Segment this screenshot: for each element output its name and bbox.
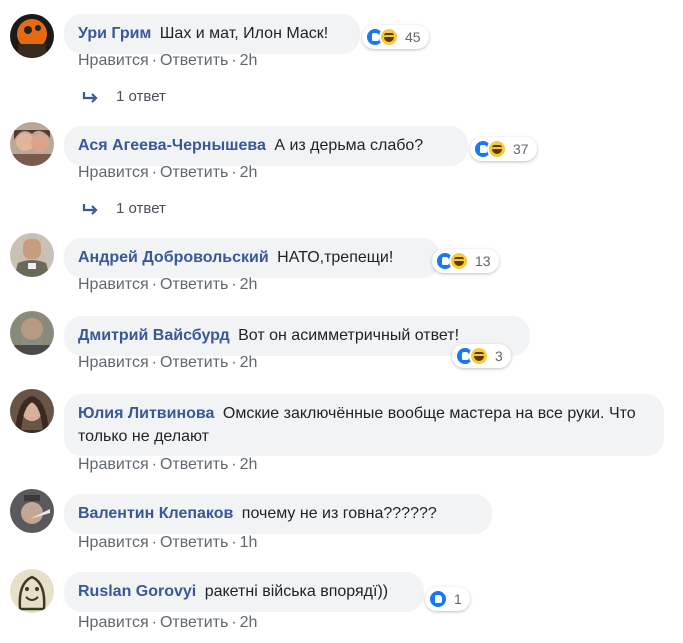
comment-bubble: Валентин Клепаков почему не из говна????…	[64, 494, 492, 534]
comment-bubble: Ася Агеева-Чернышева А из дерьма слабо?	[64, 126, 468, 166]
reaction-count: 1	[454, 591, 462, 607]
reply-link[interactable]: Ответить	[160, 354, 228, 371]
avatar[interactable]	[10, 311, 54, 355]
comment-actions: Нравится · Ответить · 2h	[78, 52, 257, 70]
reactions-summary[interactable]: 37	[470, 137, 537, 161]
comment-time[interactable]: 2h	[240, 456, 258, 473]
comment-bubble: Ури Грим Шах и мат, Илон Маск!	[64, 14, 360, 54]
comment-author[interactable]: Андрей Добровольский	[78, 249, 269, 266]
like-link[interactable]: Нравится	[78, 614, 149, 631]
reaction-count: 3	[495, 348, 503, 364]
like-link[interactable]: Нравится	[78, 354, 149, 371]
reply-link[interactable]: Ответить	[160, 276, 228, 293]
separator: ·	[151, 52, 157, 69]
comment-author[interactable]: Дмитрий Вайсбурд	[78, 327, 230, 344]
replies-count[interactable]: 1 ответ	[116, 88, 166, 105]
comment-text: ракетні війська впорядї))	[204, 583, 389, 600]
separator: ·	[151, 614, 157, 631]
comment-time[interactable]: 2h	[240, 614, 258, 631]
comment-text: НАТО,трепещи!	[277, 249, 394, 266]
reactions-summary[interactable]: 3	[452, 344, 511, 368]
view-replies[interactable]: 1 ответ	[82, 200, 166, 217]
comment-time[interactable]: 2h	[240, 52, 258, 69]
separator: ·	[231, 614, 237, 631]
comment-text: Шах и мат, Илон Маск!	[159, 25, 329, 42]
reactions-summary[interactable]: 45	[362, 25, 429, 49]
reaction-count: 45	[405, 29, 421, 45]
comment-time[interactable]: 1h	[240, 534, 258, 551]
haha-reaction-icon	[469, 346, 489, 366]
reaction-count: 37	[513, 141, 529, 157]
comment-bubble: Ruslan Gorovyi ракетні війська впорядї))	[64, 572, 424, 612]
separator: ·	[151, 276, 157, 293]
comment-time[interactable]: 2h	[240, 276, 258, 293]
comment-author[interactable]: Ася Агеева-Чернышева	[78, 137, 266, 154]
reply-arrow-icon	[82, 203, 98, 215]
separator: ·	[231, 354, 237, 371]
comment-bubble: Юлия Литвинова Омские заключённые вообще…	[64, 394, 664, 456]
view-replies[interactable]: 1 ответ	[82, 88, 166, 105]
separator: ·	[231, 534, 237, 551]
comment-time[interactable]: 2h	[240, 354, 258, 371]
comment-author[interactable]: Ури Грим	[78, 25, 151, 42]
separator: ·	[151, 456, 157, 473]
comment-author[interactable]: Валентин Клепаков	[78, 505, 233, 522]
like-link[interactable]: Нравится	[78, 52, 149, 69]
reactions-summary[interactable]: 1	[425, 587, 470, 611]
reply-link[interactable]: Ответить	[160, 52, 228, 69]
avatar[interactable]	[10, 14, 54, 58]
separator: ·	[231, 52, 237, 69]
separator: ·	[151, 354, 157, 371]
comment-author[interactable]: Юлия Литвинова	[78, 405, 214, 422]
reactions-summary[interactable]: 13	[432, 249, 499, 273]
haha-reaction-icon	[487, 139, 507, 159]
avatar[interactable]	[10, 569, 54, 613]
comment-actions: Нравится · Ответить · 2h	[78, 614, 257, 632]
replies-count[interactable]: 1 ответ	[116, 200, 166, 217]
like-link[interactable]: Нравится	[78, 534, 149, 551]
reply-arrow-icon	[82, 91, 98, 103]
avatar[interactable]	[10, 122, 54, 166]
separator: ·	[231, 164, 237, 181]
like-link[interactable]: Нравится	[78, 276, 149, 293]
reaction-count: 13	[475, 253, 491, 269]
comment-time[interactable]: 2h	[240, 164, 258, 181]
comment-actions: Нравится · Ответить · 2h	[78, 354, 257, 372]
comment-text: почему не из говна??????	[241, 505, 437, 522]
reply-link[interactable]: Ответить	[160, 614, 228, 631]
haha-reaction-icon	[449, 251, 469, 271]
comment-actions: Нравится · Ответить · 1h	[78, 534, 257, 552]
haha-reaction-icon	[379, 27, 399, 47]
comment-text: Вот он асимметричный ответ!	[238, 327, 460, 344]
separator: ·	[151, 164, 157, 181]
avatar[interactable]	[10, 489, 54, 533]
reply-link[interactable]: Ответить	[160, 534, 228, 551]
separator: ·	[231, 276, 237, 293]
avatar[interactable]	[10, 389, 54, 433]
like-link[interactable]: Нравится	[78, 164, 149, 181]
comment-actions: Нравится · Ответить · 2h	[78, 276, 257, 294]
separator: ·	[231, 456, 237, 473]
reply-link[interactable]: Ответить	[160, 164, 228, 181]
comment-actions: Нравится · Ответить · 2h	[78, 456, 257, 474]
like-link[interactable]: Нравится	[78, 456, 149, 473]
avatar[interactable]	[10, 233, 54, 277]
comment-actions: Нравится · Ответить · 2h	[78, 164, 257, 182]
comment-text: А из дерьма слабо?	[274, 137, 424, 154]
separator: ·	[151, 534, 157, 551]
reply-link[interactable]: Ответить	[160, 456, 228, 473]
comment-bubble: Андрей Добровольский НАТО,трепещи!	[64, 238, 440, 278]
like-reaction-icon	[428, 589, 448, 609]
comment-author[interactable]: Ruslan Gorovyi	[78, 583, 196, 600]
